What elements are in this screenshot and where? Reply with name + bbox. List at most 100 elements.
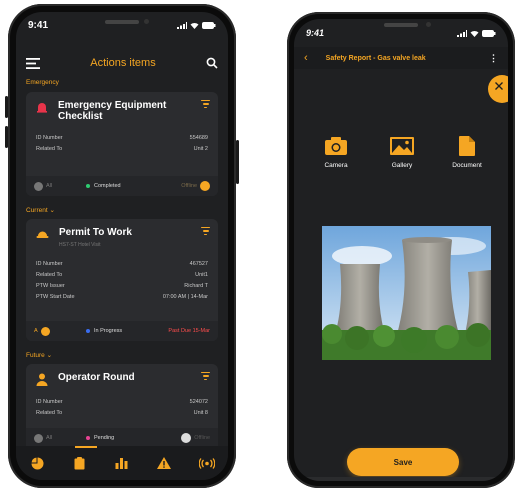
row-value: Unit 2 bbox=[193, 145, 208, 152]
offline-toggle[interactable]: Offline bbox=[181, 433, 210, 443]
section-future[interactable]: Future ⌄ bbox=[26, 351, 52, 359]
row-value: Unit 8 bbox=[193, 409, 208, 416]
nav-dashboard[interactable] bbox=[28, 454, 46, 472]
section-label-future: Future bbox=[26, 352, 45, 359]
status-time: 9:41 bbox=[28, 19, 49, 31]
row-label: Related To bbox=[36, 145, 63, 152]
status-bar: 9:41 bbox=[294, 22, 508, 44]
gallery-icon bbox=[390, 137, 414, 155]
nav-actions[interactable] bbox=[71, 454, 89, 472]
assignee[interactable]: A bbox=[34, 326, 86, 336]
siren-icon bbox=[37, 103, 47, 113]
clipboard-icon bbox=[74, 456, 85, 469]
section-label-current: Current bbox=[26, 207, 48, 214]
row-label: ID Number bbox=[36, 398, 63, 405]
row-label: Related To bbox=[36, 271, 63, 278]
section-current[interactable]: Current ⌄ bbox=[26, 206, 55, 214]
section-emergency[interactable]: Emergency bbox=[26, 79, 59, 86]
toggle-knob bbox=[200, 181, 210, 191]
back-arrow-icon[interactable]: ‹ bbox=[304, 52, 308, 64]
nav-broadcast[interactable] bbox=[198, 454, 216, 472]
page-title: Actions items bbox=[90, 57, 156, 69]
card-footer: All Pending Offline bbox=[26, 428, 218, 448]
row-label: ID Number bbox=[36, 134, 63, 141]
row-value: 554689 bbox=[189, 134, 208, 141]
card-header: Operator Round bbox=[26, 364, 218, 390]
right-phone: 9:41 ‹ Safety Report - Gas valve leak ⋮ … bbox=[287, 12, 515, 488]
chevron-down-icon: ⌄ bbox=[46, 352, 53, 359]
row-label: PTW Issuer bbox=[36, 282, 65, 289]
app-header: ‹ Safety Report - Gas valve leak ⋮ bbox=[294, 47, 508, 69]
more-vertical-icon[interactable]: ⋮ bbox=[489, 53, 498, 63]
card-row: ID Number 467527 bbox=[26, 258, 218, 269]
card-footer: All Completed Offline bbox=[26, 176, 218, 196]
status-badge: Pending bbox=[86, 435, 181, 441]
save-button[interactable]: Save bbox=[347, 448, 459, 476]
menu-icon[interactable] bbox=[26, 57, 40, 69]
pie-chart-icon bbox=[31, 457, 44, 469]
document-option[interactable]: Document bbox=[442, 135, 492, 169]
assignee[interactable]: All bbox=[34, 181, 86, 191]
nav-alerts[interactable] bbox=[155, 454, 173, 472]
card-row: ID Number 554689 bbox=[26, 132, 218, 143]
left-phone: 9:41 Actions items Emergency Emergency E… bbox=[8, 4, 236, 488]
card-row: Related To Unit 2 bbox=[26, 143, 218, 154]
chevron-down-icon: ⌄ bbox=[49, 207, 55, 214]
action-card[interactable]: Emergency Equipment Checklist ID Number 5… bbox=[26, 92, 218, 196]
option-label: Camera bbox=[324, 162, 348, 169]
action-card[interactable]: Operator Round ID Number 524072 Related T… bbox=[26, 364, 218, 448]
row-label: PTW Start Date bbox=[36, 293, 75, 300]
battery-icon bbox=[202, 21, 216, 29]
avatar bbox=[40, 326, 50, 336]
card-title: Permit To Work HS7-ST Hotel Visit bbox=[59, 227, 201, 251]
status-dot bbox=[86, 184, 90, 188]
card-row: ID Number 524072 bbox=[26, 396, 218, 407]
row-value: Richard T bbox=[184, 282, 208, 289]
wifi-icon bbox=[190, 22, 199, 29]
close-button[interactable] bbox=[488, 75, 508, 103]
bar-chart-icon bbox=[115, 457, 128, 469]
document-icon bbox=[459, 136, 475, 156]
signal-icon bbox=[457, 29, 467, 37]
status-bar: 9:41 bbox=[16, 12, 228, 38]
filter-icon[interactable] bbox=[201, 100, 210, 108]
assignee-label: A bbox=[34, 328, 38, 334]
row-label: Related To bbox=[36, 409, 63, 416]
status-text: Pending bbox=[94, 435, 115, 441]
option-label: Document bbox=[452, 162, 482, 169]
search-icon[interactable] bbox=[206, 57, 218, 69]
app-header: Actions items bbox=[16, 48, 228, 78]
wifi-icon bbox=[470, 30, 479, 37]
filter-icon[interactable] bbox=[201, 372, 210, 380]
warning-icon bbox=[157, 457, 172, 469]
nav-reports[interactable] bbox=[113, 454, 131, 472]
attached-photo[interactable] bbox=[322, 226, 491, 360]
close-icon bbox=[495, 82, 503, 90]
status-badge: In Progress bbox=[86, 328, 168, 334]
status-icons bbox=[457, 29, 496, 37]
broadcast-icon bbox=[198, 457, 215, 469]
left-screen: 9:41 Actions items Emergency Emergency E… bbox=[16, 12, 228, 480]
avatar bbox=[34, 181, 43, 191]
camera-icon bbox=[325, 137, 347, 155]
card-row: Related To Unit 8 bbox=[26, 407, 218, 418]
assignee-label: All bbox=[46, 435, 53, 441]
signal-icon bbox=[177, 21, 187, 29]
row-value: Unit1 bbox=[195, 271, 208, 278]
offline-toggle[interactable]: Offline bbox=[181, 181, 210, 191]
toggle-knob bbox=[181, 433, 192, 443]
filter-icon[interactable] bbox=[201, 227, 210, 235]
power-button bbox=[236, 140, 239, 184]
action-card[interactable]: Permit To Work HS7-ST Hotel Visit ID Numb… bbox=[26, 219, 218, 341]
gallery-option[interactable]: Gallery bbox=[377, 135, 427, 169]
hardhat-icon bbox=[36, 231, 49, 238]
assignee[interactable]: All bbox=[34, 433, 86, 443]
status-icons bbox=[177, 21, 216, 29]
row-value: 467527 bbox=[189, 260, 208, 267]
camera-option[interactable]: Camera bbox=[311, 135, 361, 169]
card-title: Emergency Equipment Checklist bbox=[58, 100, 167, 122]
card-row: PTW Start Date 07:00 AM | 14-Mar bbox=[26, 291, 218, 302]
option-label: Gallery bbox=[391, 162, 413, 169]
card-footer: A In Progress Past Due 15-Mar bbox=[26, 321, 218, 341]
avatar bbox=[34, 433, 43, 443]
